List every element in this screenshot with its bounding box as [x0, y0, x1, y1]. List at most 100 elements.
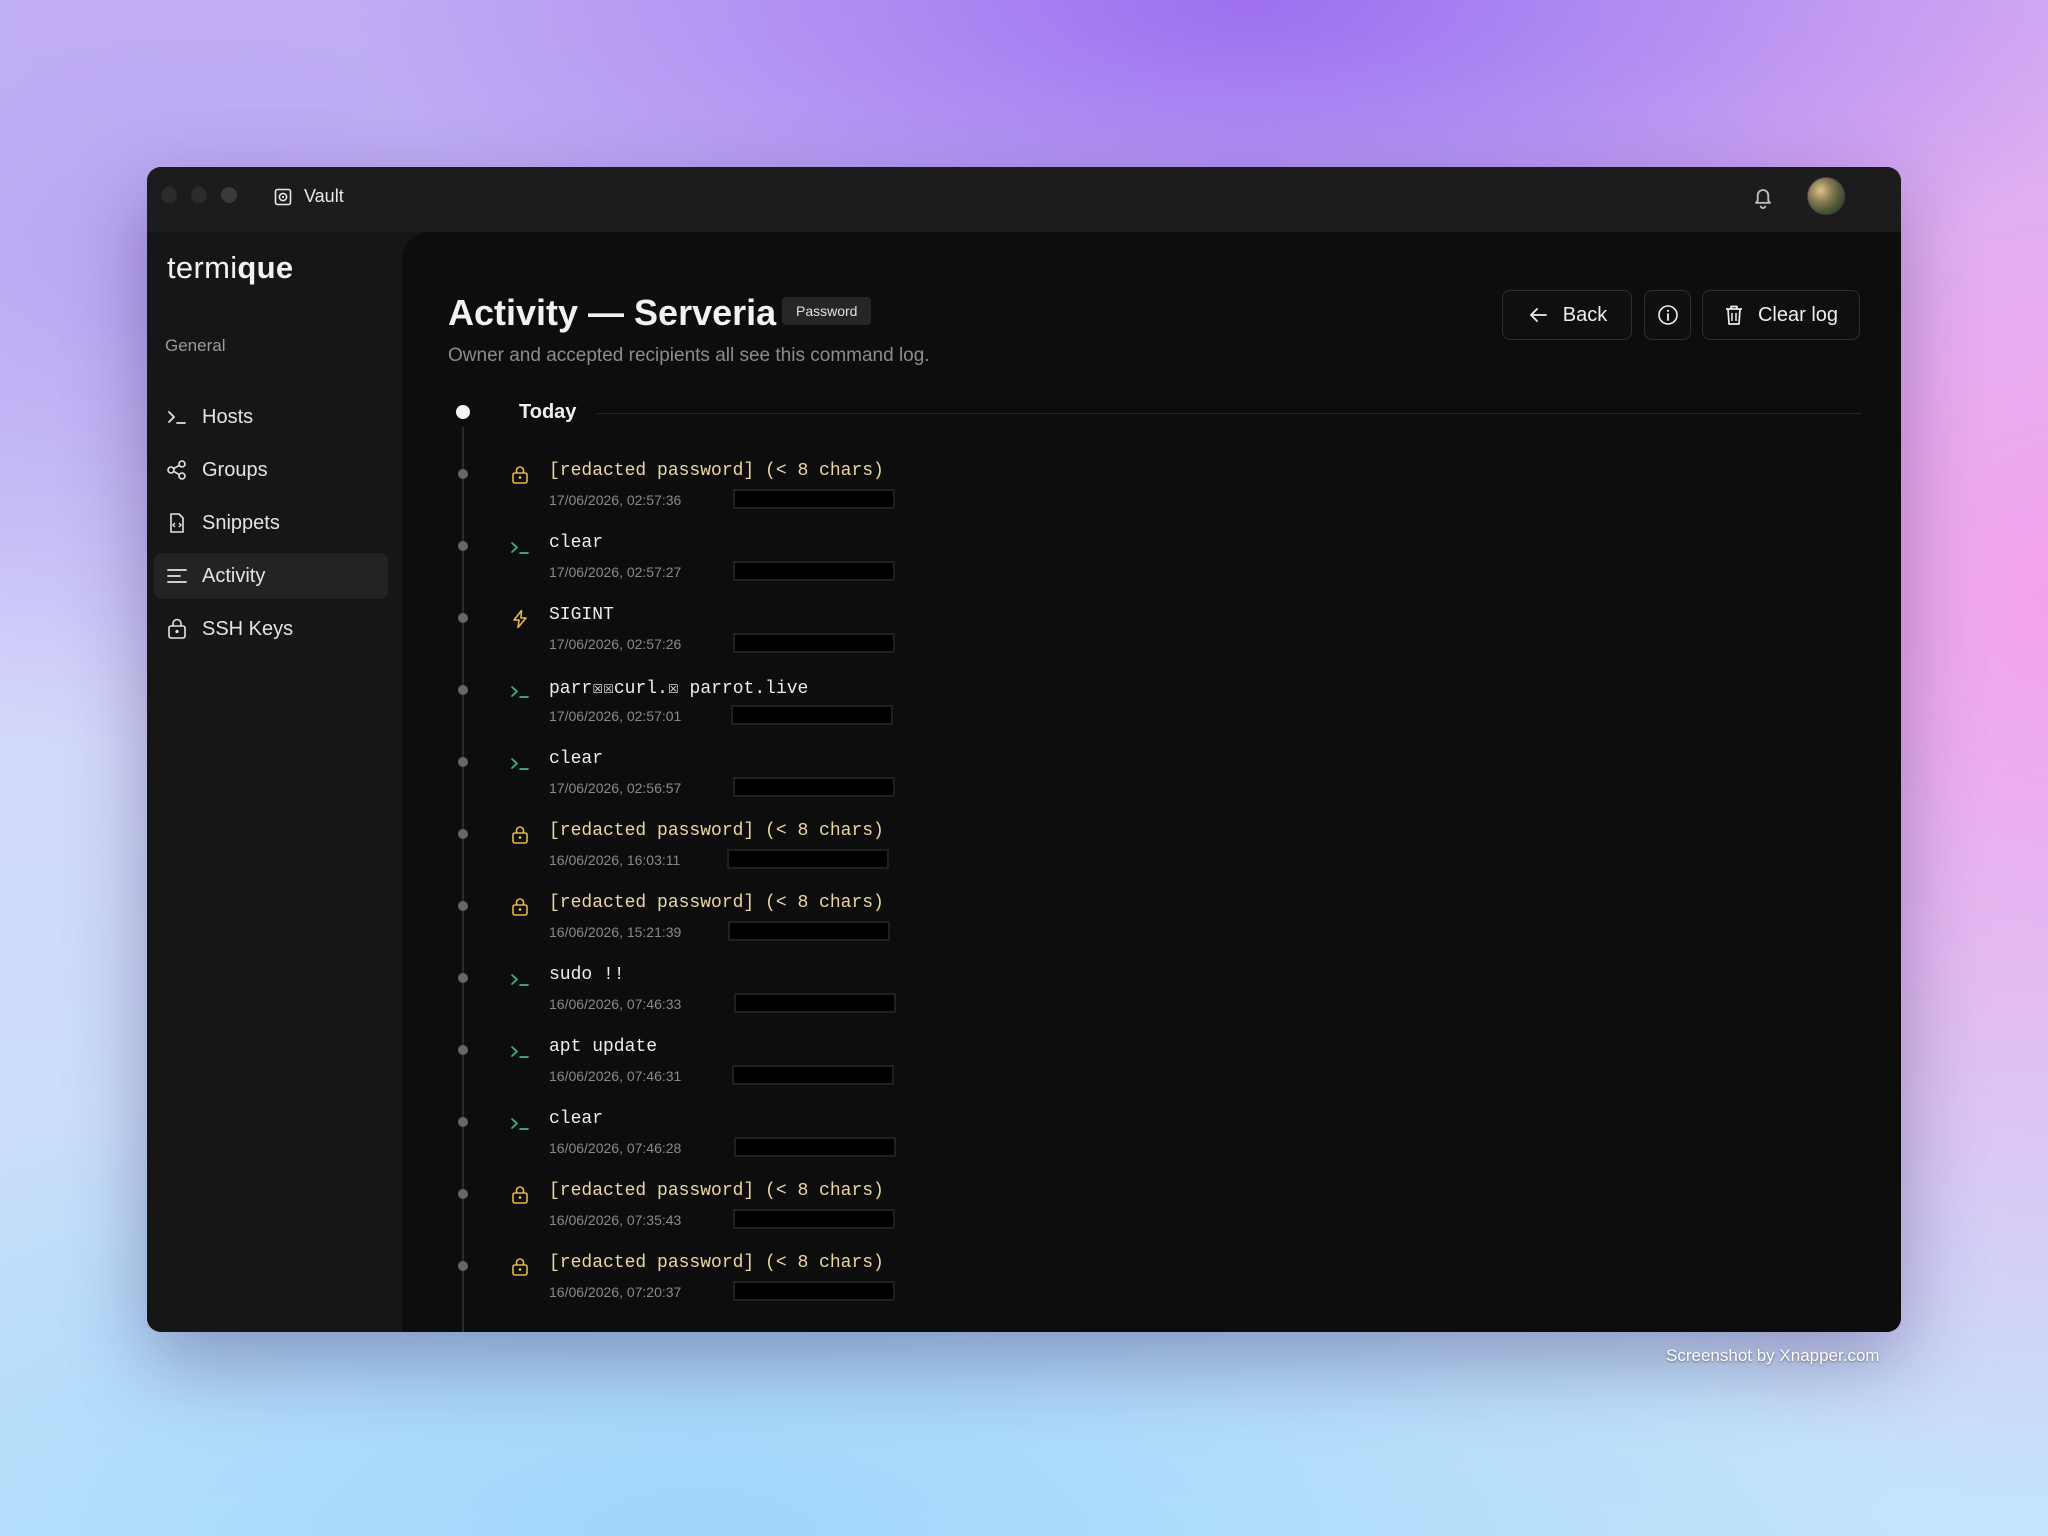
title-bar: Vault [147, 167, 1901, 232]
entry-timestamp: 16/06/2026, 07:20:37 [549, 1284, 682, 1300]
entry-command: clear [549, 1109, 604, 1129]
page-title: Activity — Serveria [448, 292, 777, 333]
activity-entry: parr☒☒curl.☒ parrot.live 17/06/2026, 02:5… [402, 675, 1402, 747]
sidebar-item-label: Activity [202, 564, 266, 587]
timeline-dot [458, 1117, 468, 1127]
clear-log-button-label: Clear log [1757, 303, 1839, 326]
vault-selector[interactable]: Vault [274, 186, 344, 207]
entry-timestamp: 16/06/2026, 07:46:31 [549, 1068, 682, 1084]
back-button[interactable]: Back [1502, 290, 1632, 340]
timeline-dot [458, 973, 468, 983]
entry-timestamp: 16/06/2026, 07:35:43 [549, 1212, 682, 1228]
entry-timestamp: 17/06/2026, 02:57:36 [549, 492, 682, 508]
activity-entry: [redacted password] (< 8 chars) 16/06/202… [402, 891, 1402, 963]
sidebar-item-groups[interactable]: Groups [154, 447, 388, 493]
entry-command: [redacted password] (< 8 chars) [549, 821, 884, 841]
entry-timestamp: 16/06/2026, 07:46:28 [549, 1140, 682, 1156]
sidebar-item-label: Groups [202, 458, 268, 481]
activity-entry: apt update 16/06/2026, 07:46:31 [402, 1035, 1402, 1107]
redacted-field [733, 489, 895, 509]
maximize-window-button[interactable] [221, 187, 237, 203]
entry-command: clear [549, 749, 604, 769]
lock-icon [510, 1257, 530, 1277]
terminal-prompt-icon [510, 1041, 530, 1061]
redacted-field [733, 777, 895, 797]
redacted-field [733, 561, 895, 581]
sidebar-item-hosts[interactable]: Hosts [154, 394, 388, 440]
minimize-window-button[interactable] [191, 187, 207, 203]
info-button[interactable] [1644, 290, 1691, 340]
sidebar: termique General Hosts Groups Snippets A… [147, 232, 402, 1332]
share-nodes-icon [166, 459, 188, 481]
redacted-field [728, 921, 890, 941]
back-button-label: Back [1562, 303, 1608, 326]
activity-entry: [redacted password] (< 8 chars) 17/06/202… [402, 459, 1402, 531]
entry-command: sudo !! [549, 965, 625, 985]
entry-timestamp: 17/06/2026, 02:56:57 [549, 780, 682, 796]
terminal-prompt-icon [510, 1113, 530, 1133]
redacted-field [734, 1137, 896, 1157]
entry-timestamp: 16/06/2026, 07:46:33 [549, 996, 682, 1012]
timeline-dot [458, 613, 468, 623]
entry-timestamp: 16/06/2026, 16:03:11 [549, 852, 681, 868]
activity-entry: [redacted password] (< 8 chars) 16/06/202… [402, 1179, 1402, 1251]
activity-entry: clear 16/06/2026, 07:46:28 [402, 1107, 1402, 1179]
redacted-field [727, 849, 889, 869]
bell-icon[interactable] [1749, 183, 1777, 211]
sidebar-item-ssh-keys[interactable]: SSH Keys [154, 606, 388, 652]
entry-command: apt update [549, 1037, 658, 1057]
entry-command: clear [549, 533, 604, 553]
app-logo: termique [167, 250, 294, 285]
avatar[interactable] [1807, 177, 1845, 215]
list-lines-icon [166, 565, 188, 587]
timeline-group-label: Today [519, 401, 577, 423]
app-window: Vault termique General Hosts Groups Snip… [147, 167, 1901, 1332]
sidebar-item-activity[interactable]: Activity [154, 553, 388, 599]
activity-entry: clear 17/06/2026, 02:57:27 [402, 531, 1402, 603]
sidebar-section-label: General [165, 336, 226, 355]
activity-entry: sudo !! 16/06/2026, 07:46:33 [402, 963, 1402, 1035]
entry-timestamp: 17/06/2026, 02:57:01 [549, 708, 682, 724]
close-window-button[interactable] [161, 187, 177, 203]
info-icon [1657, 305, 1678, 325]
timeline-dot [458, 757, 468, 767]
main-panel: Activity — Serveria Password Owner and a… [402, 232, 1901, 1332]
entry-command: [redacted password] (< 8 chars) [549, 1253, 884, 1273]
vault-name: Vault [304, 186, 344, 206]
auth-type-badge: Password [782, 297, 872, 325]
entry-command: [redacted password] (< 8 chars) [549, 893, 884, 913]
entry-command: [redacted password] (< 8 chars) [549, 461, 884, 481]
activity-entry: SIGINT 17/06/2026, 02:57:26 [402, 603, 1402, 675]
vault-icon [274, 188, 292, 205]
entry-command: [redacted password] (< 8 chars) [549, 1181, 884, 1201]
arrow-left-icon [1529, 308, 1547, 322]
terminal-prompt-icon [510, 753, 530, 773]
timeline-dot [458, 541, 468, 551]
activity-entry: clear 17/06/2026, 02:56:57 [402, 747, 1402, 819]
lock-icon [510, 897, 530, 917]
redacted-field [734, 993, 896, 1013]
terminal-prompt-icon [166, 406, 188, 428]
page-subtitle: Owner and accepted recipients all see th… [448, 345, 930, 366]
redacted-field [733, 1281, 895, 1301]
sidebar-item-label: SSH Keys [202, 617, 294, 640]
timeline-dot [458, 829, 468, 839]
timeline-dot [458, 1189, 468, 1199]
sidebar-item-label: Snippets [202, 511, 280, 534]
activity-entry: [redacted password] (< 8 chars) 16/06/202… [402, 1251, 1402, 1323]
divider [597, 413, 1862, 414]
sidebar-item-snippets[interactable]: Snippets [154, 500, 388, 546]
timeline-dot [458, 685, 468, 695]
redacted-field [732, 1065, 894, 1085]
lock-icon [510, 1185, 530, 1205]
lock-key-icon [166, 618, 188, 640]
trash-icon [1725, 305, 1742, 325]
timeline-dot [458, 1261, 468, 1271]
lock-icon [510, 825, 530, 845]
lock-icon [510, 465, 530, 485]
clear-log-button[interactable]: Clear log [1702, 290, 1860, 340]
terminal-prompt-icon [510, 969, 530, 989]
sidebar-item-label: Hosts [202, 405, 254, 428]
redacted-field [733, 633, 895, 653]
timeline-dot [458, 469, 468, 479]
